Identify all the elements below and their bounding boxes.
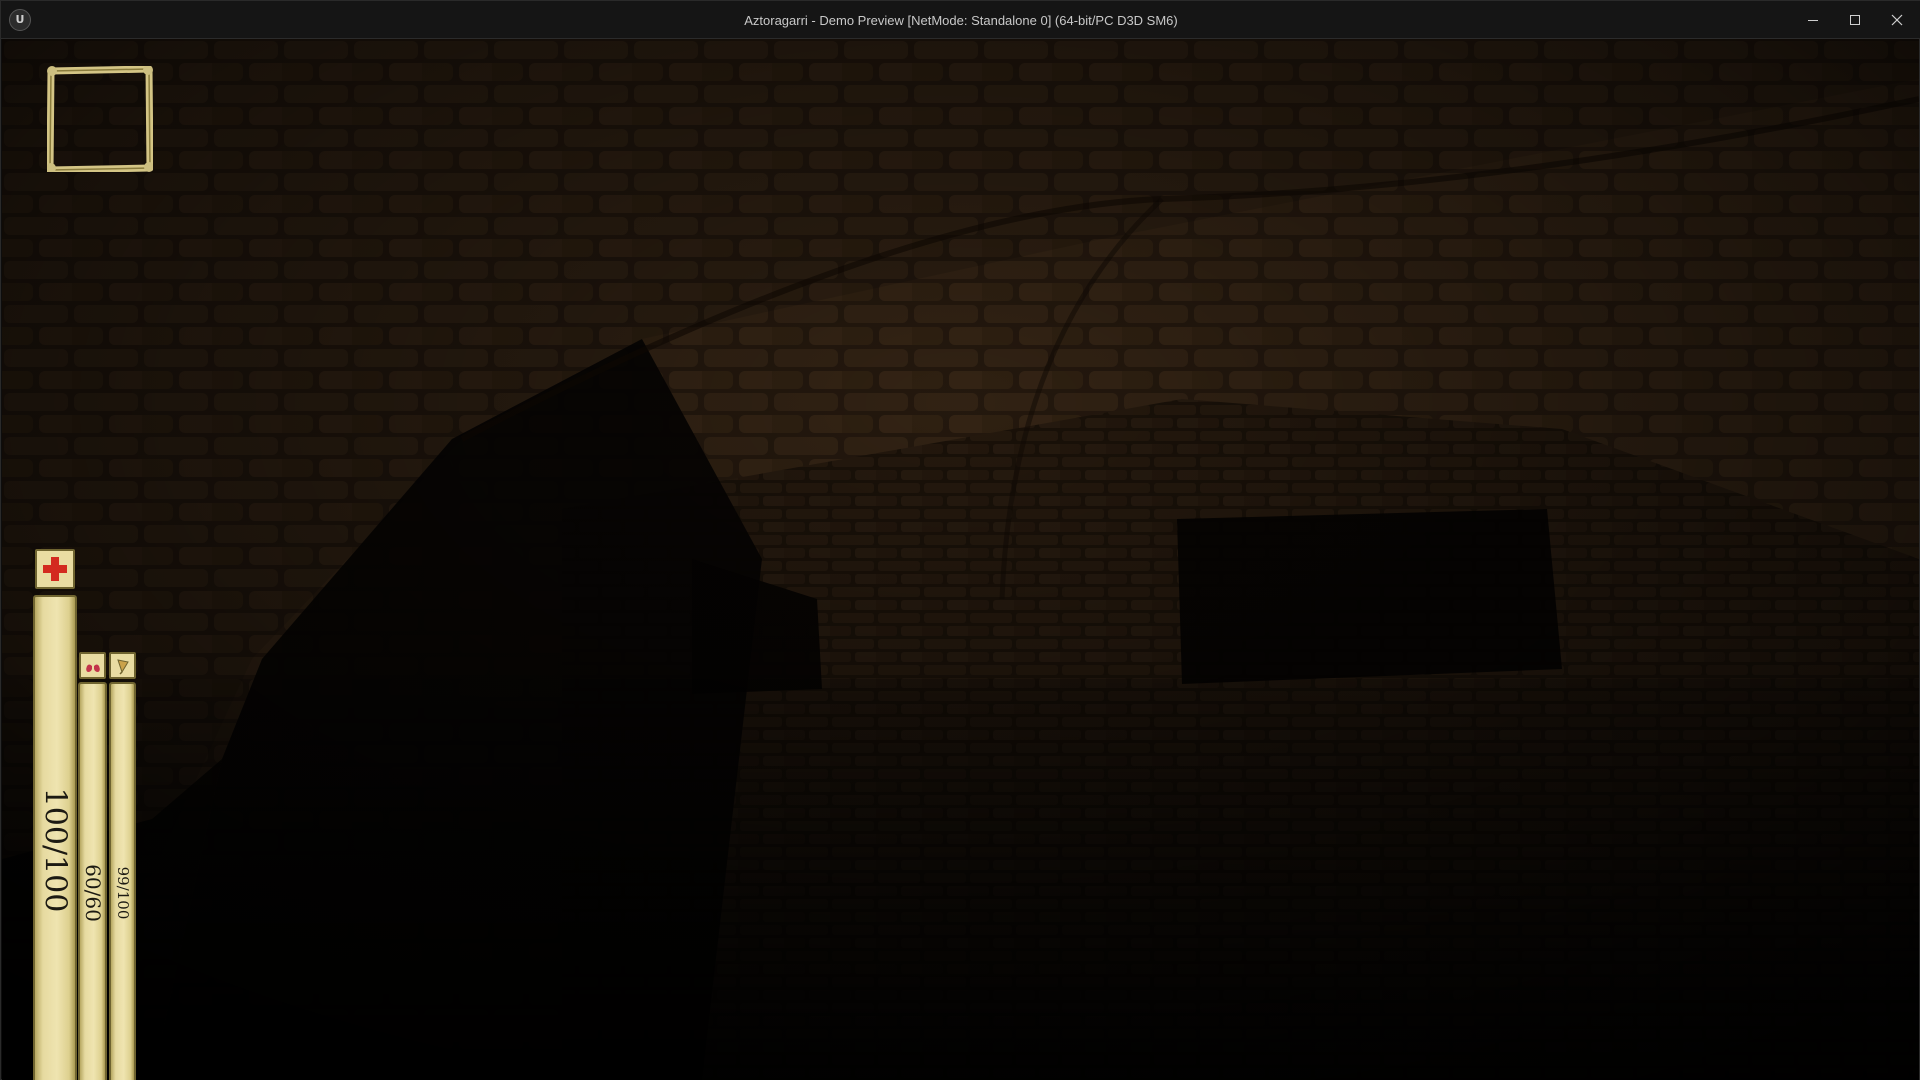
- stamina-icon-box: [79, 652, 106, 679]
- hunger-value: 99/100: [113, 866, 132, 920]
- hunger-bar: 99/100: [109, 682, 136, 1080]
- health-icon-box: [35, 549, 75, 589]
- parchment-frame-icon: [46, 65, 154, 174]
- health-bar: 100/100: [33, 595, 77, 1080]
- stamina-value: 60/60: [80, 864, 105, 922]
- title-bar[interactable]: U Aztoragarri - Demo Preview [NetMode: S…: [1, 1, 1920, 39]
- minimize-icon: [1808, 20, 1818, 21]
- status-bars: 100/100 60/60 99/100: [33, 549, 143, 1080]
- equipped-item-slot[interactable]: [46, 65, 154, 174]
- hunger-icon-box: [109, 652, 136, 679]
- game-window: U Aztoragarri - Demo Preview [NetMode: S…: [0, 0, 1920, 1080]
- close-button[interactable]: [1876, 1, 1918, 39]
- drumstick-icon: [116, 658, 129, 675]
- close-icon: [1891, 14, 1903, 26]
- game-viewport[interactable]: 100/100 60/60 99/100: [2, 39, 1919, 1080]
- maximize-button[interactable]: [1834, 1, 1876, 39]
- maximize-icon: [1850, 15, 1860, 25]
- dungeon-scene: [2, 39, 1919, 1080]
- lungs-icon: [85, 659, 100, 672]
- red-cross-icon: [43, 557, 67, 581]
- window-title: Aztoragarri - Demo Preview [NetMode: Sta…: [744, 13, 1178, 28]
- health-value: 100/100: [37, 787, 73, 912]
- stamina-bar: 60/60: [78, 682, 107, 1080]
- minimize-button[interactable]: [1792, 1, 1834, 39]
